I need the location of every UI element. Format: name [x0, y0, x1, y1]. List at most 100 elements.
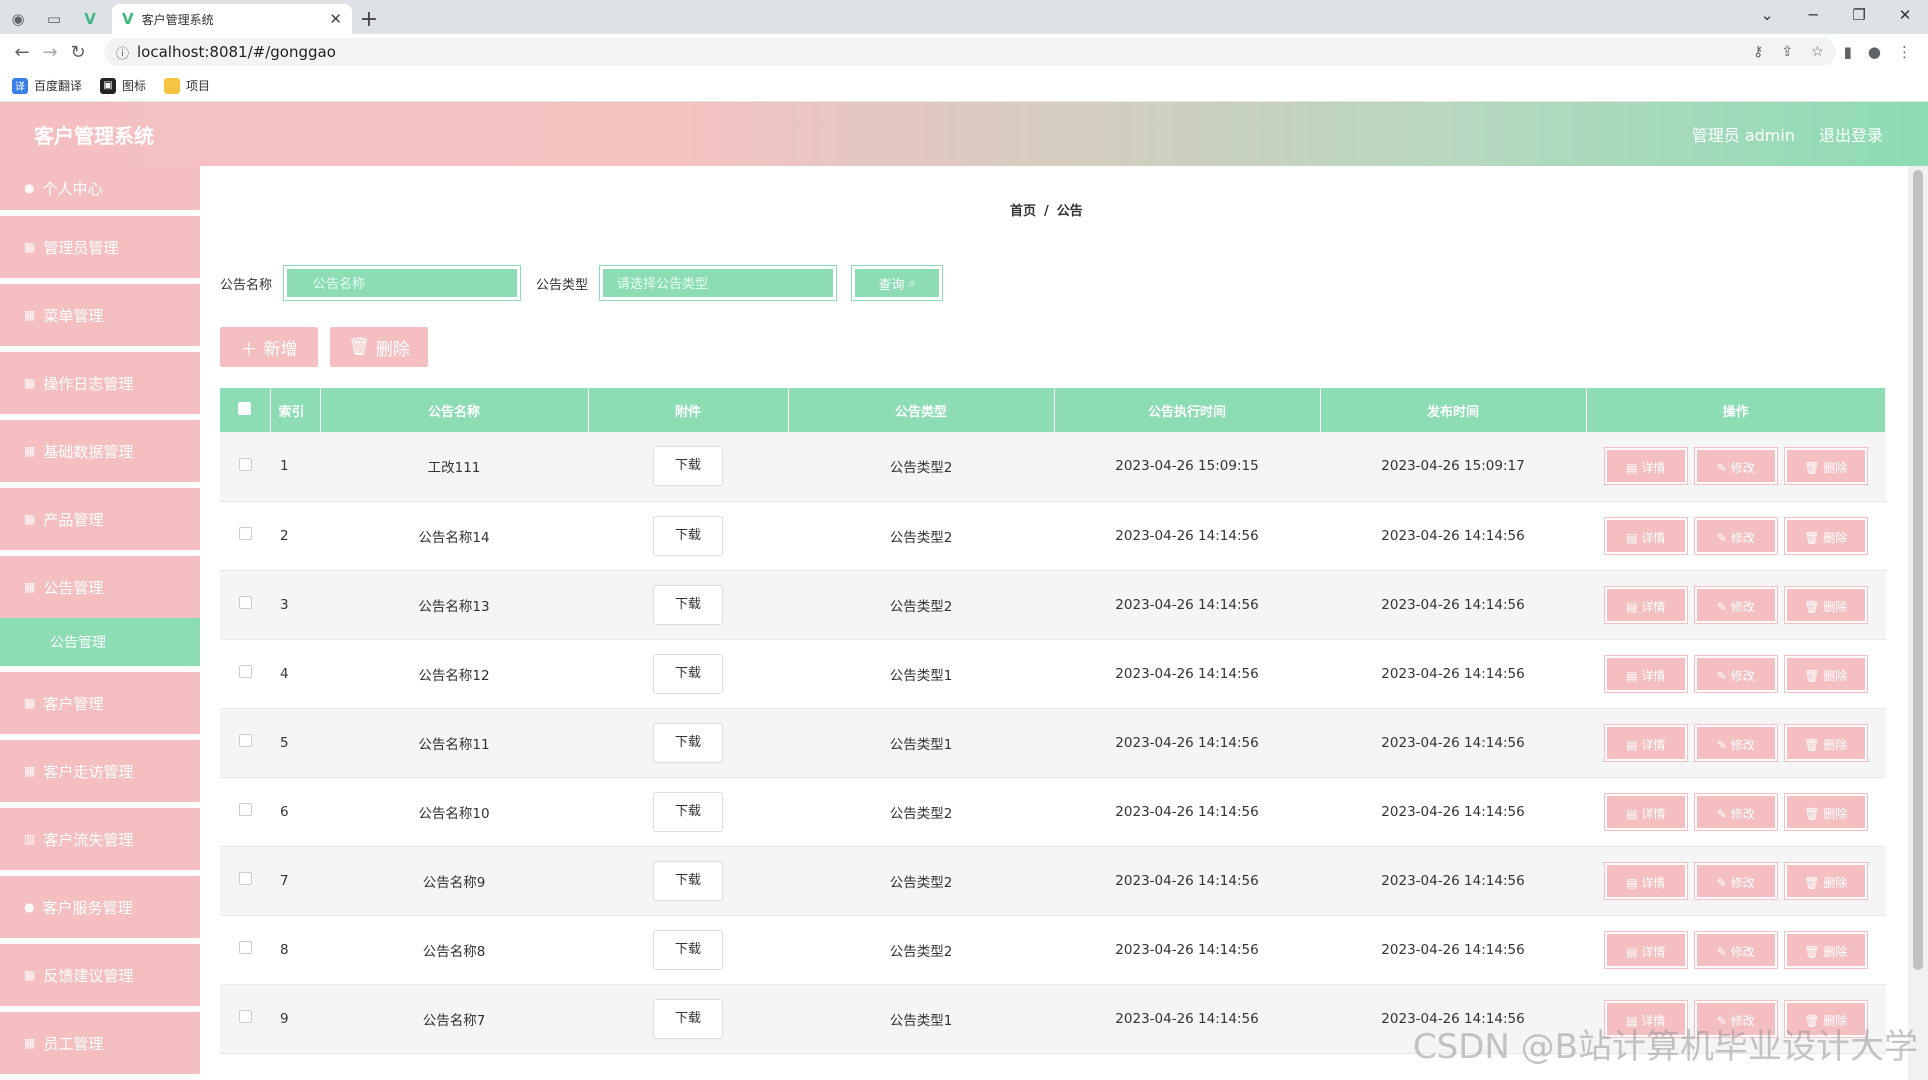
delete-button[interactable]: 🗑 删除 [1783, 861, 1868, 900]
breadcrumb-home[interactable]: 首页 [1010, 204, 1036, 219]
row-checkbox[interactable] [238, 527, 252, 540]
edit-button[interactable]: ✎ 修改 [1693, 447, 1778, 486]
download-button[interactable]: 下载 [653, 653, 723, 694]
edit-button[interactable]: ✎ 修改 [1693, 930, 1778, 969]
edit-button[interactable]: ✎ 修改 [1693, 861, 1778, 900]
row-checkbox[interactable] [238, 803, 252, 816]
select-all-checkbox[interactable] [238, 401, 252, 415]
scrollbar-thumb[interactable] [1913, 170, 1923, 970]
detail-button[interactable]: ▤ 详情 [1603, 516, 1688, 555]
reload-icon[interactable]: ↻ [64, 42, 92, 63]
download-button[interactable]: 下载 [653, 929, 723, 970]
key-icon[interactable]: ⚷ [1753, 44, 1763, 60]
close-window-icon[interactable]: ✕ [1882, 0, 1928, 30]
sidebar-item-product[interactable]: ▦ 产品管理 [0, 488, 200, 550]
delete-button[interactable]: 🗑 删除 [1783, 930, 1868, 969]
bookmark-star-icon[interactable]: ☆ [1811, 44, 1824, 60]
row-select-cell[interactable] [220, 777, 270, 847]
active-tab[interactable]: V 客户管理系统 ✕ [112, 4, 352, 34]
new-tab-button[interactable]: + [352, 4, 386, 34]
download-button[interactable]: 下载 [653, 722, 723, 763]
delete-button[interactable]: 🗑 删除 [1783, 723, 1868, 762]
delete-button[interactable]: 🗑 删除 [1783, 792, 1868, 831]
bookmark-project[interactable]: 项目 [164, 77, 210, 94]
sidebar-item-notice[interactable]: ▦ 公告管理 [0, 556, 200, 618]
detail-button[interactable]: ▤ 详情 [1603, 930, 1688, 969]
sidebar-subitem-notice[interactable]: 公告管理 [0, 618, 200, 666]
sidebar-item-feedback[interactable]: ▦ 反馈建议管理 [0, 944, 200, 1006]
delete-button[interactable]: 🗑 删除 [1783, 585, 1868, 624]
detail-button[interactable]: ▤ 详情 [1603, 861, 1688, 900]
sidebar-item-oplog[interactable]: ▦ 操作日志管理 [0, 352, 200, 414]
edit-button[interactable]: ✎ 修改 [1693, 516, 1778, 555]
notice-name-input[interactable] [283, 265, 522, 301]
edit-button[interactable]: ✎ 修改 [1693, 654, 1778, 693]
row-select-cell[interactable] [220, 846, 270, 916]
profile-avatar-icon[interactable]: ● [1868, 43, 1881, 61]
row-select-cell[interactable] [220, 984, 270, 1054]
query-button[interactable]: 查询 ⌕ [851, 265, 944, 301]
tab-search-chevron-icon[interactable]: ⌄ [1744, 0, 1790, 30]
row-select-cell[interactable] [220, 708, 270, 778]
detail-button[interactable]: ▤ 详情 [1603, 792, 1688, 831]
row-checkbox[interactable] [238, 665, 252, 678]
sidebar-item-personal-center[interactable]: ● 个人中心 [0, 166, 200, 210]
sidebar-item-admin[interactable]: ▦ 管理员管理 [0, 216, 200, 278]
detail-button[interactable]: ▤ 详情 [1603, 723, 1688, 762]
sidebar-item-basedata[interactable]: ▦ 基础数据管理 [0, 420, 200, 482]
delete-button[interactable]: 🗑 删除 [1783, 516, 1868, 555]
restore-icon[interactable]: ❐ [1836, 0, 1882, 30]
row-checkbox[interactable] [238, 872, 252, 885]
row-checkbox[interactable] [238, 596, 252, 609]
delete-button[interactable]: 🗑 删除 [1783, 654, 1868, 693]
sidebar-item-churn[interactable]: ▥ 客户流失管理 [0, 808, 200, 870]
forward-icon[interactable]: → [36, 42, 64, 63]
download-button[interactable]: 下载 [653, 515, 723, 556]
delete-button[interactable]: 🗑 删除 [1783, 447, 1868, 486]
logout-link[interactable]: 退出登录 [1819, 122, 1883, 146]
side-panel-icon[interactable]: ▮ [1844, 43, 1852, 61]
download-button[interactable]: 下载 [653, 860, 723, 901]
pinned-tab-icon[interactable]: ◉ [0, 4, 36, 34]
row-select-cell[interactable] [220, 432, 270, 502]
row-checkbox[interactable] [238, 457, 252, 471]
row-select-cell[interactable] [220, 915, 270, 985]
pinned-tab-vue-icon[interactable]: V [72, 4, 108, 34]
row-select-cell[interactable] [220, 570, 270, 640]
row-select-cell[interactable] [220, 501, 270, 571]
pinned-tab-blank-icon[interactable]: ▭ [36, 4, 72, 34]
select-all-cell[interactable] [220, 388, 271, 432]
notice-type-select[interactable] [599, 265, 838, 301]
row-checkbox[interactable] [238, 734, 252, 747]
download-button[interactable]: 下载 [653, 446, 723, 487]
site-info-icon[interactable]: ⓘ [116, 43, 129, 62]
download-button[interactable]: 下载 [653, 584, 723, 625]
edit-button[interactable]: ✎ 修改 [1693, 723, 1778, 762]
detail-button[interactable]: ▤ 详情 [1603, 447, 1688, 486]
close-tab-icon[interactable]: ✕ [329, 10, 342, 28]
add-button[interactable]: ＋新增 [220, 327, 318, 367]
download-button[interactable]: 下载 [653, 998, 723, 1039]
back-icon[interactable]: ← [8, 42, 36, 63]
bookmark-baidu-translate[interactable]: 译百度翻译 [12, 77, 82, 94]
detail-button[interactable]: ▤ 详情 [1603, 585, 1688, 624]
sidebar-item-customer[interactable]: ▦ 客户管理 [0, 672, 200, 734]
minimize-icon[interactable]: ─ [1790, 0, 1836, 30]
sidebar-item-visit[interactable]: ▦ 客户走访管理 [0, 740, 200, 802]
edit-button[interactable]: ✎ 修改 [1693, 792, 1778, 831]
sidebar-item-staff[interactable]: ▦ 员工管理 [0, 1012, 200, 1074]
row-select-cell[interactable] [220, 639, 270, 709]
url-omnibox[interactable]: ⓘ localhost:8081/#/gonggao ⚷ ⇪ ☆ [104, 38, 1836, 66]
row-checkbox[interactable] [238, 1010, 252, 1023]
share-icon[interactable]: ⇪ [1781, 44, 1793, 60]
sidebar-item-menu[interactable]: ▦ 菜单管理 [0, 284, 200, 346]
page-scrollbar[interactable] [1908, 166, 1928, 1080]
browser-menu-icon[interactable]: ⋮ [1897, 43, 1912, 61]
batch-delete-button[interactable]: 🗑 删除 [330, 327, 428, 367]
sidebar-item-service[interactable]: ● 客户服务管理 [0, 876, 200, 938]
detail-button[interactable]: ▤ 详情 [1603, 654, 1688, 693]
bookmark-icons[interactable]: ▣ 图标 [100, 77, 146, 94]
row-checkbox[interactable] [238, 941, 252, 954]
edit-button[interactable]: ✎ 修改 [1693, 585, 1778, 624]
download-button[interactable]: 下载 [653, 791, 723, 832]
